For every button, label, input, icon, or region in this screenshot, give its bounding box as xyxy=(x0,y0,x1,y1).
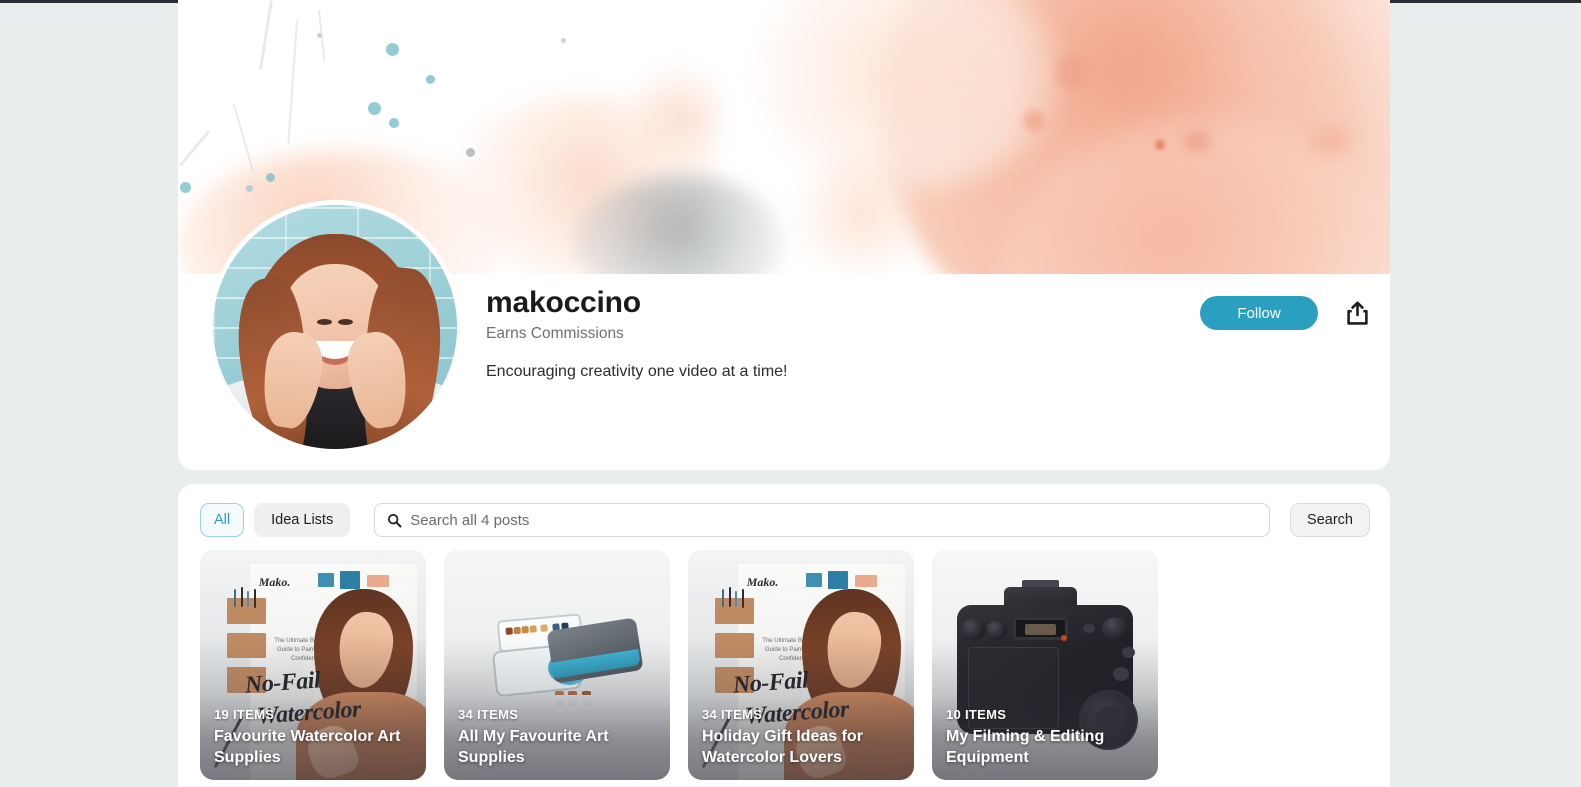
banner-gray-droplet xyxy=(561,38,566,43)
book-swatch xyxy=(805,573,822,587)
card-caption: 34 ITEMS Holiday Gift Ideas for Watercol… xyxy=(702,707,902,768)
avatar-eye-left xyxy=(316,318,332,325)
banner-teal-droplet xyxy=(386,43,399,56)
search-field-wrapper[interactable] xyxy=(374,503,1271,537)
book-pen xyxy=(240,586,243,607)
search-input[interactable] xyxy=(410,511,1258,529)
camera-viewfinder-glass xyxy=(1024,623,1057,636)
camera-button xyxy=(1083,623,1095,633)
card-item-count: 34 ITEMS xyxy=(458,707,519,723)
page-root: makoccino Earns Commissions Encouraging … xyxy=(0,0,1581,787)
banner-droplet xyxy=(1056,55,1090,89)
banner-streak xyxy=(233,104,255,173)
card-title: My Filming & Editing Equipment xyxy=(946,728,1105,766)
banner-splatter-cream xyxy=(788,160,938,274)
avatar[interactable] xyxy=(208,200,462,454)
card-item-count: 10 ITEMS xyxy=(946,707,1007,723)
banner-droplet xyxy=(1155,140,1165,150)
paint-pan xyxy=(513,626,522,635)
share-icon xyxy=(1346,301,1368,325)
book-pen xyxy=(233,589,236,608)
search-button[interactable]: Search xyxy=(1290,503,1370,537)
profile-commissions-label: Earns Commissions xyxy=(486,325,624,342)
banner-streak xyxy=(179,130,211,167)
book-brand: Mako. xyxy=(746,575,779,590)
avatar-eye-right xyxy=(338,318,354,325)
card-caption: 19 ITEMS Favourite Watercolor Art Suppli… xyxy=(214,707,414,768)
follow-button[interactable]: Follow xyxy=(1200,296,1318,330)
banner-teal-droplet xyxy=(180,182,191,193)
search-icon xyxy=(388,513,402,527)
book-pen xyxy=(254,589,257,609)
paint-pan xyxy=(521,625,530,634)
card-caption: 10 ITEMS My Filming & Editing Equipment xyxy=(946,707,1146,768)
avatar-image xyxy=(213,205,457,449)
banner-droplet xyxy=(1308,125,1350,157)
content-toolbar: All Idea Lists Search xyxy=(200,502,1370,538)
paint-pan xyxy=(506,627,514,635)
profile-meta: makoccino Earns Commissions Encouraging … xyxy=(486,286,788,381)
book-swatch xyxy=(317,573,334,587)
card-title: All My Favourite Art Supplies xyxy=(458,728,609,766)
banner-teal-droplet xyxy=(246,185,253,192)
book-shelf xyxy=(715,598,754,624)
profile-panel: makoccino Earns Commissions Encouraging … xyxy=(178,0,1390,470)
banner-teal-droplet xyxy=(426,75,435,84)
card-title: Favourite Watercolor Art Supplies xyxy=(214,728,401,766)
content-panel: All Idea Lists Search all 4 posts Search… xyxy=(178,484,1390,787)
idea-list-card[interactable]: 34 ITEMS All My Favourite Art Supplies xyxy=(444,550,670,780)
profile-actions: Follow xyxy=(1200,296,1374,330)
book-pen xyxy=(721,589,724,608)
paint-pan xyxy=(529,625,538,633)
banner-teal-droplet xyxy=(266,173,275,182)
book-swatch xyxy=(340,570,361,589)
banner-streak xyxy=(259,0,273,70)
book-pen xyxy=(742,589,745,609)
book-brand: Mako. xyxy=(258,575,291,590)
book-swatch xyxy=(828,570,849,589)
idea-list-card[interactable]: 10 ITEMS My Filming & Editing Equipment xyxy=(932,550,1158,780)
book-swatch xyxy=(367,575,390,588)
filter-tab-idea-lists[interactable]: Idea Lists xyxy=(254,503,351,537)
card-title: Holiday Gift Ideas for Watercolor Lovers xyxy=(702,728,863,766)
banner-streak xyxy=(287,20,298,145)
profile-tagline: Encouraging creativity one video at a ti… xyxy=(486,363,788,380)
card-item-count: 19 ITEMS xyxy=(214,707,275,723)
idea-list-grid: Mako. The Ultimate Beginner's Guide to P… xyxy=(200,550,1370,780)
banner-droplet xyxy=(1023,110,1045,132)
book-pen xyxy=(728,586,731,607)
idea-list-card[interactable]: Mako. The Ultimate Beginner's Guide to P… xyxy=(688,550,914,780)
banner-gray-droplet xyxy=(466,148,475,157)
banner-teal-droplet xyxy=(368,102,381,115)
card-item-count: 34 ITEMS xyxy=(702,707,763,723)
camera-mode-dial xyxy=(1101,616,1129,640)
banner-droplet xyxy=(1184,130,1210,152)
filter-tab-all[interactable]: All xyxy=(200,503,245,537)
book-shelf xyxy=(227,598,266,624)
share-button[interactable] xyxy=(1340,296,1374,330)
paint-pan xyxy=(540,624,549,632)
profile-username: makoccino xyxy=(486,286,641,319)
idea-list-card[interactable]: Mako. The Ultimate Beginner's Guide to P… xyxy=(200,550,426,780)
card-caption: 34 ITEMS All My Favourite Art Supplies xyxy=(458,707,658,768)
banner-teal-droplet xyxy=(389,118,399,128)
book-swatch xyxy=(855,575,878,588)
